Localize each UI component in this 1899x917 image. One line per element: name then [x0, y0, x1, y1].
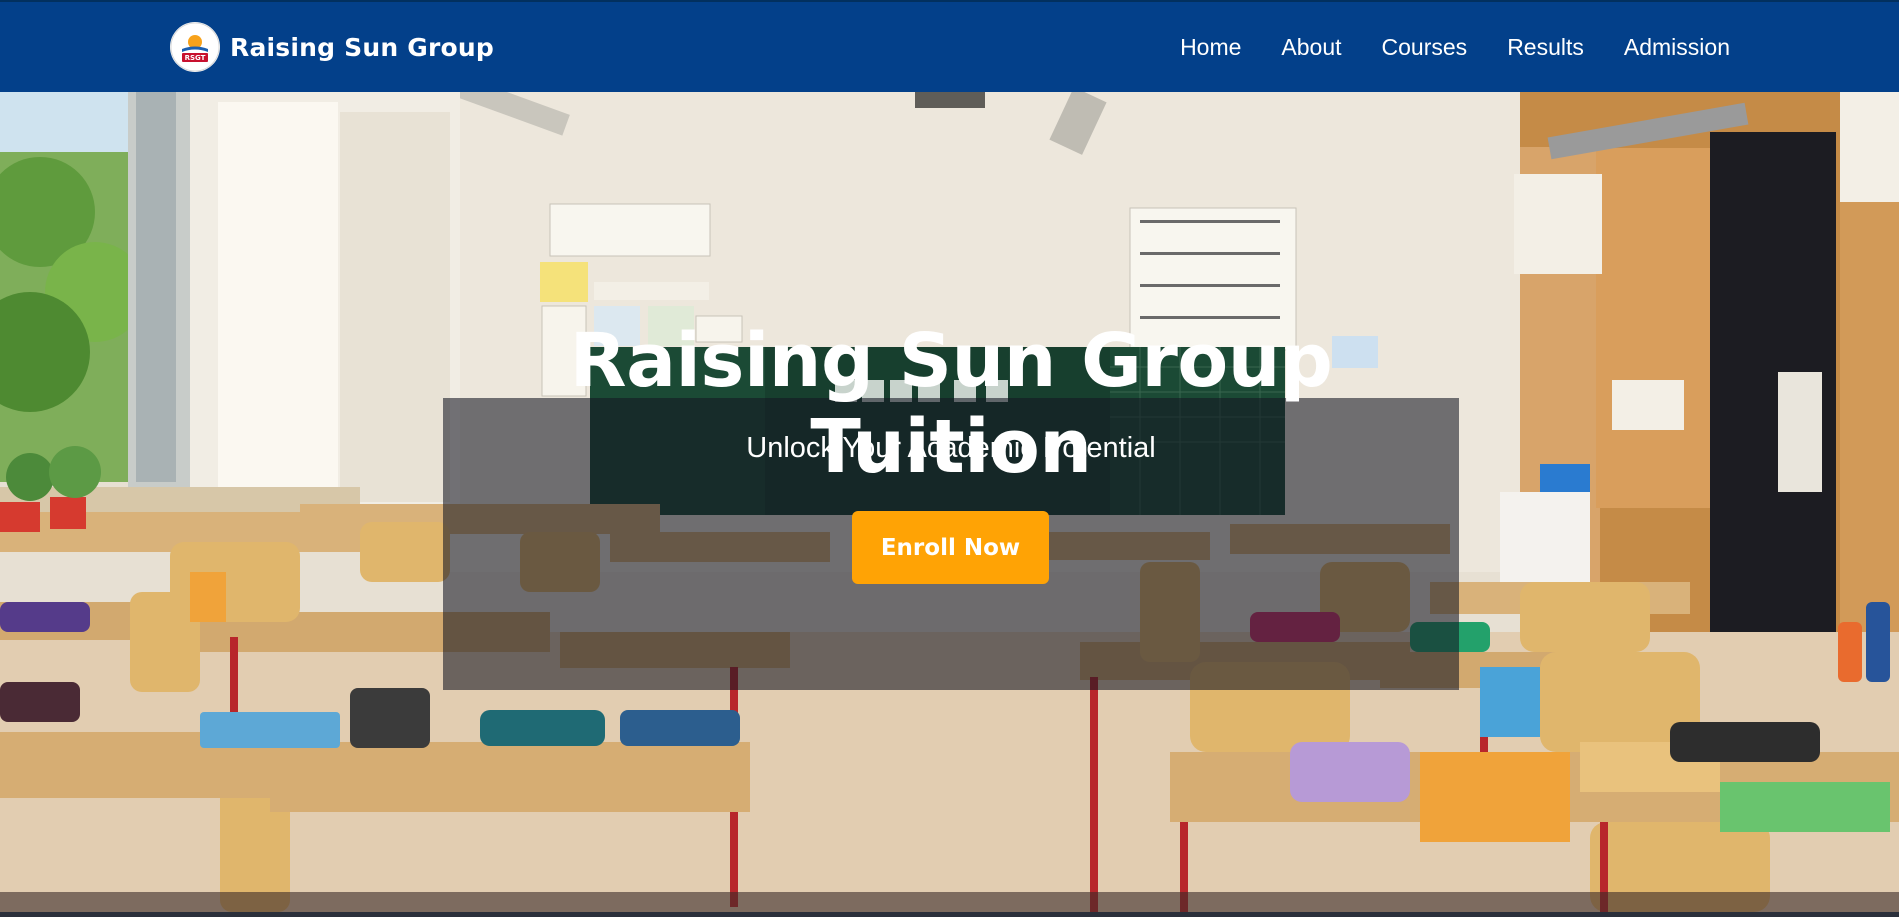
nav-courses-link[interactable]: Courses — [1382, 34, 1468, 61]
bottom-divider — [0, 912, 1899, 917]
navbar: RSGT Raising Sun Group Home About Course… — [0, 0, 1899, 92]
hero-section — [0, 92, 1899, 912]
enroll-now-button[interactable]: Enroll Now — [852, 511, 1049, 584]
nav-links: Home About Courses Results Admission — [1180, 34, 1730, 61]
nav-home-link[interactable]: Home — [1180, 34, 1241, 61]
brand[interactable]: RSGT Raising Sun Group — [170, 22, 494, 72]
nav-admission-link[interactable]: Admission — [1624, 34, 1730, 61]
nav-about-link[interactable]: About — [1281, 34, 1341, 61]
nav-results-link[interactable]: Results — [1507, 34, 1584, 61]
hero-subtitle: Unlock Your Academic Potential — [746, 432, 1156, 464]
logo-icon[interactable]: RSGT — [170, 22, 220, 72]
svg-text:RSGT: RSGT — [185, 54, 206, 62]
brand-name[interactable]: Raising Sun Group — [230, 33, 494, 62]
